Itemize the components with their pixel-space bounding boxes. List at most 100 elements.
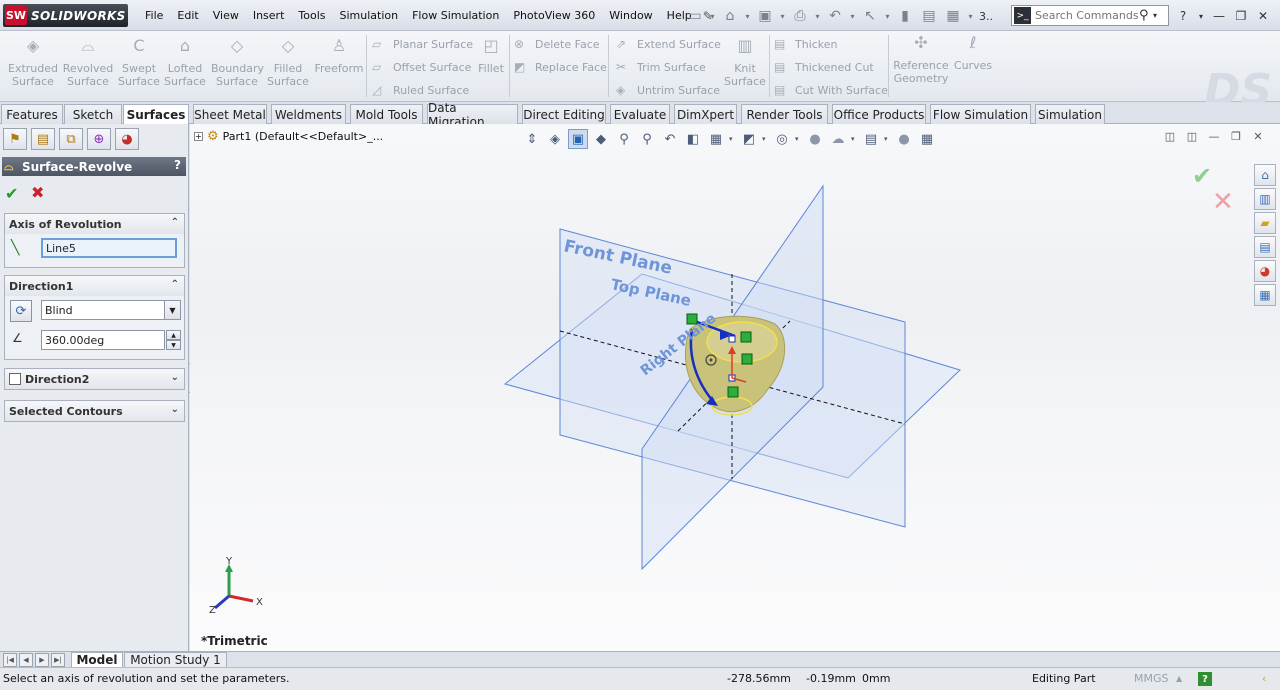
display-manager-tab-icon[interactable]: ◕ — [115, 128, 139, 150]
replace-face-button[interactable]: ◩ Replace Face — [514, 58, 607, 76]
chevron-up-icon[interactable]: ▲ — [1176, 674, 1182, 683]
apply-scene-icon[interactable]: ☁ — [828, 129, 848, 149]
solidworks-resources-icon[interactable]: ⌂ — [1254, 164, 1276, 186]
tile-horizontal-icon[interactable]: ◫ — [1162, 128, 1178, 144]
tab-mold-tools[interactable]: Mold Tools — [350, 104, 423, 124]
revolved-surface-button[interactable]: ⌓ Revolved Surface — [62, 38, 114, 89]
minimize-icon[interactable]: — — [1211, 8, 1227, 24]
tab-simulation[interactable]: Simulation — [1035, 104, 1105, 124]
previous-view-arrow-icon[interactable]: ↶ — [660, 129, 680, 149]
design-library-icon[interactable]: ▥ — [1254, 188, 1276, 210]
appearances-icon[interactable]: ◕ — [1254, 260, 1276, 282]
cut-with-surface-button[interactable]: ▤ Cut With Surface — [774, 81, 888, 99]
ok-button[interactable]: ✔ — [5, 184, 18, 203]
next-tab-icon[interactable]: ▶ — [35, 653, 49, 667]
tile-vertical-icon[interactable]: ◫ — [1184, 128, 1200, 144]
help-button[interactable]: ? — [174, 158, 181, 172]
more-commands[interactable]: 3.. — [979, 10, 993, 23]
freeform-button[interactable]: ♙ Freeform — [314, 38, 364, 76]
expand-chevron-icon[interactable]: ⌄ — [171, 404, 179, 415]
chevron-down-icon[interactable]: ▾ — [795, 135, 802, 143]
cancel-button[interactable]: ✖ — [31, 183, 44, 202]
menu-photoview[interactable]: PhotoView 360 — [506, 9, 602, 22]
end-condition-select[interactable]: Blind ▼ — [41, 300, 181, 320]
chevron-down-icon[interactable]: ▾ — [762, 135, 769, 143]
chevron-down-icon[interactable]: ▾ — [966, 6, 975, 26]
hide-show-items-icon[interactable]: ◎ — [772, 129, 792, 149]
confirmation-corner-ok-icon[interactable]: ✔ — [1192, 162, 1212, 190]
menu-edit[interactable]: Edit — [170, 9, 205, 22]
extruded-surface-button[interactable]: ◈ Extruded Surface — [8, 38, 58, 89]
extend-surface-button[interactable]: ⇗ Extend Surface — [616, 35, 721, 53]
menu-view[interactable]: View — [206, 9, 246, 22]
feature-manager-tab-icon[interactable]: ⚑ — [3, 128, 27, 150]
search-input[interactable] — [1035, 9, 1139, 22]
angle-field[interactable] — [41, 330, 165, 350]
tab-sketch[interactable]: Sketch — [64, 104, 122, 124]
spin-down-icon[interactable]: ▼ — [166, 340, 181, 350]
fillet-button[interactable]: ◰ Fillet — [474, 38, 508, 76]
chevron-down-icon[interactable]: ▾ — [883, 6, 892, 26]
minimize-icon[interactable]: — — [1206, 128, 1222, 144]
zoom-to-area-icon[interactable]: ⚲ — [637, 129, 657, 149]
help-icon[interactable]: ? — [1175, 8, 1191, 24]
selected-contours-header[interactable]: Selected Contours ⌄ — [5, 401, 184, 421]
offset-surface-button[interactable]: ▱ Offset Surface — [372, 58, 471, 76]
expand-icon[interactable]: + — [194, 132, 203, 141]
chevron-down-icon[interactable]: ▾ — [1197, 8, 1205, 24]
coincident-relation-icon[interactable] — [740, 331, 752, 343]
direction1-header[interactable]: Direction1 ⌃ — [5, 276, 184, 296]
filled-surface-button[interactable]: ◇ Filled Surface — [266, 38, 310, 89]
thickened-cut-button[interactable]: ▤ Thickened Cut — [774, 58, 874, 76]
rebuild-icon[interactable]: ▮ — [894, 6, 916, 26]
search-commands-box[interactable]: >_ ⚲ ▾ — [1011, 5, 1169, 26]
select-arrow-icon[interactable]: ↖ — [859, 6, 881, 26]
collapse-chevron-icon[interactable]: ⌃ — [171, 217, 179, 228]
ruled-surface-button[interactable]: ◿ Ruled Surface — [372, 81, 469, 99]
reverse-direction-button[interactable]: ⟳ — [10, 300, 32, 322]
edit-appearance-icon[interactable]: ● — [805, 129, 825, 149]
tab-features[interactable]: Features — [1, 104, 63, 124]
chevron-down-icon[interactable]: ▾ — [813, 6, 822, 26]
previous-view-icon[interactable]: ◈ — [545, 129, 565, 149]
chevron-down-icon[interactable]: ▾ — [1153, 11, 1163, 20]
status-units[interactable]: MMGS — [1134, 672, 1169, 685]
chevron-down-icon[interactable]: ▾ — [778, 6, 787, 26]
vertical-relation-icon[interactable] — [741, 353, 753, 365]
direction2-header[interactable]: Direction2 ⌄ — [5, 369, 184, 389]
swept-surface-button[interactable]: C Swept Surface — [118, 38, 160, 89]
axis-of-revolution-header[interactable]: Axis of Revolution ⌃ — [5, 214, 184, 234]
options-icon[interactable]: ▦ — [942, 6, 964, 26]
chevron-down-icon[interactable]: ▾ — [708, 6, 717, 26]
angle-spinner[interactable]: ▲ ▼ — [166, 330, 181, 350]
chevron-down-icon[interactable]: ▾ — [848, 6, 857, 26]
shaded-view-icon[interactable]: ▣ — [568, 129, 588, 149]
axis-of-revolution-field[interactable] — [41, 238, 177, 258]
feature-tree-flyout[interactable]: + ⚙ Part1 (Default<<Default>_... — [194, 129, 383, 144]
curves-button[interactable]: ℓ Curves — [953, 35, 993, 73]
tab-direct-editing[interactable]: Direct Editing — [522, 104, 606, 124]
trim-surface-button[interactable]: ✂ Trim Surface — [616, 58, 706, 76]
graphics-area[interactable]: Front Plane Top Plane Right Plane Y X Z … — [190, 124, 1280, 651]
print-icon[interactable]: ⎙ — [789, 6, 811, 26]
property-manager-tab-icon[interactable]: ▤ — [31, 128, 55, 150]
tab-render-tools[interactable]: Render Tools — [741, 104, 828, 124]
knit-surface-button[interactable]: ▥ Knit Surface — [722, 38, 768, 89]
save-icon[interactable]: ▣ — [754, 6, 776, 26]
chevron-down-icon[interactable]: ▾ — [884, 135, 891, 143]
menu-simulation[interactable]: Simulation — [333, 9, 406, 22]
view-orientation-icon[interactable]: ▦ — [706, 129, 726, 149]
isometric-view-icon[interactable]: ◆ — [591, 129, 611, 149]
configuration-manager-tab-icon[interactable]: ⧉ — [59, 128, 83, 150]
tab-data-migration[interactable]: Data Migration — [427, 101, 518, 129]
lofted-surface-button[interactable]: ⌂ Lofted Surface — [164, 38, 206, 89]
zoom-to-fit-icon[interactable]: ⚲ — [614, 129, 634, 149]
tab-motion-study-1[interactable]: Motion Study 1 — [124, 652, 227, 668]
view-settings-icon[interactable]: ▤ — [861, 129, 881, 149]
custom-properties-icon[interactable]: ▦ — [1254, 284, 1276, 306]
menu-insert[interactable]: Insert — [246, 9, 292, 22]
menu-flow-simulation[interactable]: Flow Simulation — [405, 9, 506, 22]
tab-dimxpert[interactable]: DimXpert — [674, 104, 737, 124]
tab-sheet-metal[interactable]: Sheet Metal — [193, 104, 267, 124]
search-icon[interactable]: ⚲ — [1139, 8, 1153, 23]
